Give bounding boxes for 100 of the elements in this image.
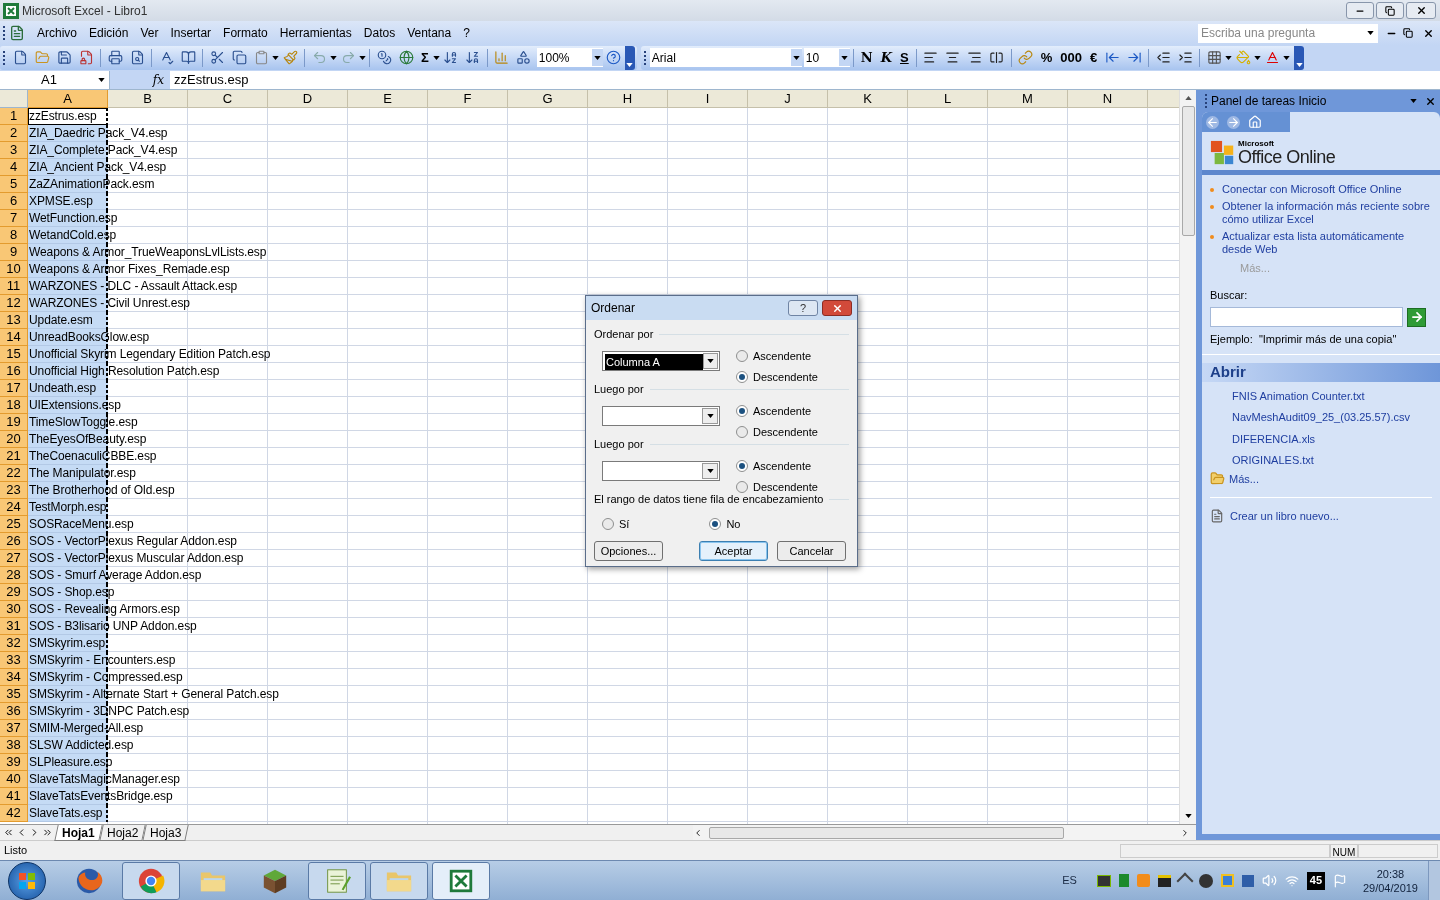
table-cell[interactable]: SOS - B3lisario UNP Addon.esp (28, 618, 197, 635)
align-right-icon[interactable] (967, 50, 983, 65)
table-cell[interactable]: SlaveTatsEventsBridge.esp (28, 788, 173, 805)
close-button[interactable] (1406, 2, 1436, 19)
taskbar-button[interactable] (308, 861, 366, 900)
back-icon[interactable] (1206, 115, 1219, 129)
radio-button[interactable]: Sí (602, 515, 630, 532)
row-header[interactable]: 30 (0, 601, 28, 618)
radio-button[interactable]: No (709, 515, 741, 532)
minimize-button[interactable] (1346, 2, 1374, 19)
menu-item[interactable]: Archivo (31, 24, 83, 42)
menu-item[interactable]: Herramientas (273, 24, 358, 42)
table-cell[interactable]: Weapons & Armor Fixes_Remade.esp (28, 261, 230, 278)
restore-icon[interactable] (1385, 5, 1395, 16)
radio-button[interactable]: Ascendente (736, 347, 818, 364)
cancel-button[interactable]: Cancelar (777, 541, 846, 561)
close-icon[interactable] (1415, 5, 1427, 16)
close-icon[interactable] (1425, 95, 1436, 107)
taskbar-button[interactable] (370, 861, 428, 900)
table-cell[interactable]: TestMorph.esp (28, 499, 108, 516)
new-workbook-link[interactable]: Crear un libro nuevo... (1230, 508, 1339, 525)
recent-file-link[interactable]: FNIS Animation Counter.txt (1232, 387, 1432, 404)
table-cell[interactable]: SMIM-Merged-All.esp (28, 720, 144, 737)
more-link[interactable]: Más... (1229, 470, 1259, 487)
cut-icon[interactable] (209, 50, 225, 65)
paintbrush-icon[interactable] (282, 50, 298, 65)
close-button[interactable] (822, 300, 852, 316)
row-header[interactable]: 23 (0, 482, 28, 499)
table-cell[interactable]: SLPleasure.esp (28, 754, 113, 771)
table-cell[interactable]: SMSkyrim - Compressed.esp (28, 669, 183, 686)
menu-item[interactable]: Ventana (401, 24, 458, 42)
link[interactable]: Actualizar esta lista automáticamente desde Web (1222, 230, 1432, 256)
restore-button[interactable] (1376, 2, 1404, 19)
row-header[interactable]: 18 (0, 397, 28, 414)
row-header[interactable]: 29 (0, 584, 28, 601)
windows-logo-icon[interactable] (17, 870, 37, 891)
sort-key-dropdown[interactable] (602, 405, 720, 426)
row-header[interactable]: 9 (0, 244, 28, 261)
row-header[interactable]: 27 (0, 550, 28, 567)
table-cell[interactable]: SOS - Revealing Armors.esp (28, 601, 180, 618)
help-button[interactable]: ? (788, 300, 818, 316)
help-icon[interactable] (606, 50, 622, 65)
row-header[interactable]: 4 (0, 159, 28, 176)
row-header[interactable]: 19 (0, 414, 28, 431)
formula-field[interactable]: zzEstrus.esp (170, 70, 1440, 89)
link[interactable]: Obtener la información más reciente sobre cómo utilizar Excel (1222, 200, 1432, 226)
start-button[interactable] (8, 861, 46, 900)
recent-file-link[interactable]: NavMeshAudit09_25_(03.25.57).csv (1232, 409, 1432, 426)
copy-icon[interactable] (231, 50, 247, 65)
row-header[interactable]: 1 (0, 108, 28, 125)
tray-badge[interactable]: 45 (1306, 871, 1325, 890)
paste-icon[interactable] (253, 50, 269, 65)
taskbar-button[interactable] (122, 861, 180, 900)
column-header[interactable]: I (668, 90, 748, 108)
table-cell[interactable]: XPMSE.esp (28, 193, 108, 210)
row-header[interactable]: 10 (0, 261, 28, 278)
sort-key-dropdown[interactable]: Columna A (602, 350, 720, 371)
table-cell[interactable]: UIExtensions.esp (28, 397, 121, 414)
column-header[interactable]: G (508, 90, 588, 108)
tray-icon[interactable] (1096, 874, 1111, 887)
row-header[interactable]: 36 (0, 703, 28, 720)
column-header[interactable]: N (1068, 90, 1148, 108)
column-header[interactable]: B (108, 90, 188, 108)
outdent-icon[interactable] (1155, 50, 1171, 65)
hyperlink-globe-icon[interactable] (398, 50, 414, 65)
row-header[interactable]: 13 (0, 312, 28, 329)
table-cell[interactable]: Weapons & Armor_TrueWeaponsLvlLists.esp (28, 244, 267, 261)
table-cell[interactable]: ZIA_Daedric Pack_V4.esp (28, 125, 168, 142)
column-header[interactable]: M (988, 90, 1068, 108)
toolbar-options-button[interactable] (1294, 45, 1305, 70)
table-cell[interactable]: ZIA_Ancient Pack_V4.esp (28, 159, 167, 176)
table-cell[interactable]: Unofficial Skyrim Legendary Edition Patch.esp (28, 346, 271, 363)
print-icon[interactable] (107, 50, 123, 65)
forward-icon[interactable] (1227, 115, 1240, 129)
menu-item[interactable]: ? (457, 24, 476, 42)
document-lock-icon[interactable] (78, 50, 94, 65)
table-cell[interactable]: The Manipulator.esp (28, 465, 136, 482)
row-header[interactable]: 16 (0, 363, 28, 380)
radio-button[interactable]: Ascendente (736, 402, 818, 419)
clock[interactable]: 20:38 29/04/2019 (1362, 866, 1418, 895)
help-question-field[interactable]: Escriba una pregunta (1198, 23, 1378, 43)
row-header[interactable]: 22 (0, 465, 28, 482)
table-cell[interactable]: SOS - Shop.esp (28, 584, 115, 601)
row-header[interactable]: 41 (0, 788, 28, 805)
row-header[interactable]: 12 (0, 295, 28, 312)
row-header[interactable]: 2 (0, 125, 28, 142)
column-header[interactable]: L (908, 90, 988, 108)
align-left-icon[interactable] (923, 50, 939, 65)
zoom-dropdown[interactable]: 100% (536, 48, 603, 67)
percent-button[interactable]: % (1036, 46, 1057, 69)
radio-button[interactable]: Ascendente (736, 457, 818, 474)
restore-icon[interactable] (1403, 28, 1413, 38)
row-header[interactable]: 25 (0, 516, 28, 533)
sort-key-dropdown[interactable] (602, 460, 720, 481)
row-header[interactable]: 26 (0, 533, 28, 550)
row-header[interactable]: 32 (0, 635, 28, 652)
row-header[interactable]: 21 (0, 448, 28, 465)
last-sheet-icon[interactable] (42, 827, 53, 838)
table-cell[interactable]: SOS - Smurf Average Addon.esp (28, 567, 202, 584)
sheet-tab[interactable]: Hoja1 (54, 824, 103, 841)
